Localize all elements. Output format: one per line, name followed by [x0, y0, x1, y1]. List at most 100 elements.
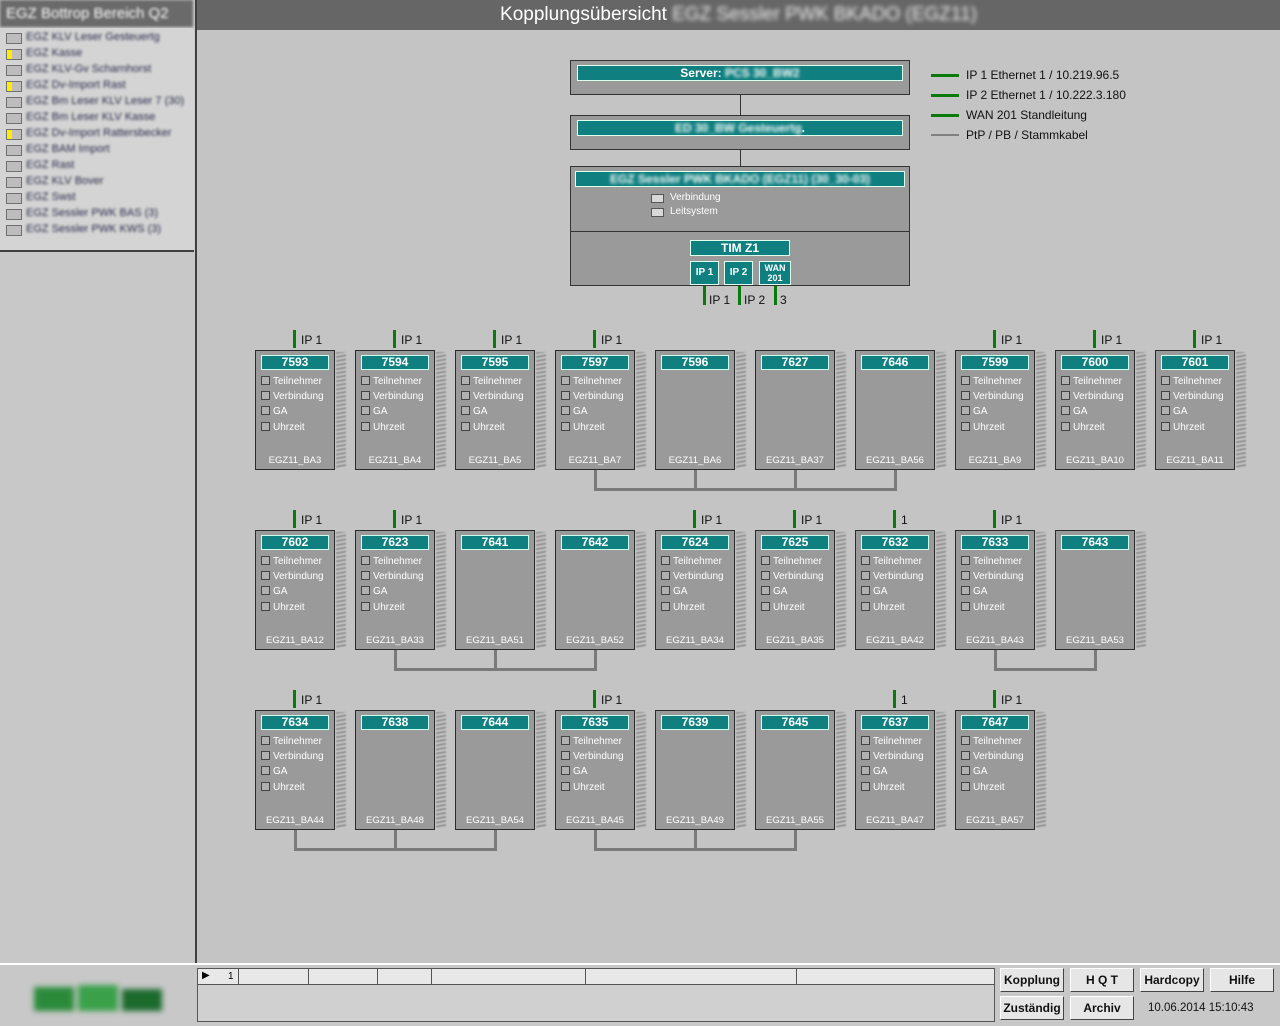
status-row-verbindung: Verbindung	[261, 751, 324, 762]
sidebar-item[interactable]: EGZ Bm Leser KLV Kasse	[4, 111, 192, 126]
sidebar-item[interactable]: EGZ BAM Import	[4, 143, 192, 158]
ip-link-line	[293, 330, 296, 348]
station-card[interactable]: 7646 EGZ11_BA56	[855, 350, 935, 470]
status-label: Teilnehmer	[273, 556, 322, 567]
station-card[interactable]: 7627 EGZ11_BA37	[755, 350, 835, 470]
hilfe-button[interactable]: Hilfe	[1210, 968, 1274, 992]
archiv-button[interactable]: Archiv	[1070, 996, 1134, 1020]
station-name: EGZ11_BA34	[666, 635, 724, 646]
station-card[interactable]: 7633 Teilnehmer Verbindung GA Uhrzeit EGZ11_B…	[955, 530, 1035, 650]
ip-link-label: IP 1	[501, 333, 523, 347]
sidebar-item[interactable]: EGZ Swst	[4, 191, 192, 206]
status-indicator	[261, 376, 270, 385]
station-card[interactable]: 7632 Teilnehmer Verbindung GA Uhrzeit EGZ11_B…	[855, 530, 935, 650]
sidebar-item[interactable]: EGZ Sessler PWK KWS (3)	[4, 223, 192, 238]
zustaendig-button[interactable]: Zuständig	[1000, 996, 1064, 1020]
ip-link-line	[893, 510, 896, 528]
station-card[interactable]: 7625 Teilnehmer Verbindung GA Uhrzeit EGZ11_B…	[755, 530, 835, 650]
station-card[interactable]: 7595 Teilnehmer Verbindung GA Uhrzeit EGZ11_B…	[455, 350, 535, 470]
station-card[interactable]: 7642 EGZ11_BA52	[555, 530, 635, 650]
station-box[interactable]: EGZ Sessler PWK BKADO (EGZ11) (30_30-03)…	[570, 166, 910, 286]
card-shadow	[736, 532, 746, 648]
station-card[interactable]: 7641 EGZ11_BA51	[455, 530, 535, 650]
status-indicator	[461, 376, 470, 385]
status-label: Uhrzeit	[273, 782, 305, 793]
message-grid[interactable]: ▶ 1	[197, 968, 995, 1022]
station-card[interactable]: 7597 Teilnehmer Verbindung GA Uhrzeit EGZ11_B…	[555, 350, 635, 470]
station-number: 7627	[761, 355, 829, 370]
port-ip1[interactable]: IP 1	[690, 261, 719, 285]
station-card[interactable]: 7634 Teilnehmer Verbindung GA Uhrzeit EGZ11_B…	[255, 710, 335, 830]
sidebar-item[interactable]: EGZ KLV Leser Gesteuertg	[4, 31, 192, 46]
status-indicator	[261, 736, 270, 745]
legend-label: IP 2 Ethernet 1 / 10.222.3.180	[966, 88, 1126, 102]
status-label: GA	[1073, 406, 1088, 417]
sidebar-item[interactable]: EGZ Rast	[4, 159, 192, 174]
sidebar-item[interactable]: EGZ KLV Bover	[4, 175, 192, 190]
status-row-teilnehmer: Teilnehmer	[961, 376, 1022, 387]
status-label: Uhrzeit	[773, 602, 805, 613]
status-label: Uhrzeit	[973, 602, 1005, 613]
gateway-box[interactable]: ED 30_BW Gesteuertg.	[570, 115, 910, 150]
server-box[interactable]: Server: PCS 30_BW2	[570, 60, 910, 95]
station-card[interactable]: 7637 Teilnehmer Verbindung GA Uhrzeit EGZ11_B…	[855, 710, 935, 830]
station-card[interactable]: 7645 EGZ11_BA55	[755, 710, 835, 830]
station-card[interactable]: 7644 EGZ11_BA54	[455, 710, 535, 830]
status-row-uhrzeit: Uhrzeit	[661, 602, 705, 613]
sidebar-item[interactable]: EGZ KLV-Gv Scharnhorst	[4, 63, 192, 78]
station-card[interactable]: 7600 Teilnehmer Verbindung GA Uhrzeit EGZ11_B…	[1055, 350, 1135, 470]
sidebar-item[interactable]: EGZ Dv-Import Rast	[4, 79, 192, 94]
sidebar-item[interactable]: EGZ Sessler PWK BAS (3)	[4, 207, 192, 222]
sidebar-item-status-icon	[6, 97, 22, 108]
station-card[interactable]: 7601 Teilnehmer Verbindung GA Uhrzeit EGZ11_B…	[1155, 350, 1235, 470]
status-label: GA	[373, 586, 388, 597]
station-card[interactable]: 7647 Teilnehmer Verbindung GA Uhrzeit EGZ11_B…	[955, 710, 1035, 830]
status-label: Verbindung	[273, 391, 324, 402]
kopplung-button[interactable]: Kopplung	[1000, 968, 1064, 992]
station-card[interactable]: 7596 EGZ11_BA6	[655, 350, 735, 470]
station-card[interactable]: 7594 Teilnehmer Verbindung GA Uhrzeit EGZ11_B…	[355, 350, 435, 470]
status-row-ga: GA	[361, 406, 387, 417]
station-card[interactable]: 7602 Teilnehmer Verbindung GA Uhrzeit EGZ11_B…	[255, 530, 335, 650]
station-card[interactable]: 7639 EGZ11_BA49	[655, 710, 735, 830]
station-number: 7646	[861, 355, 929, 370]
station-card[interactable]: 7624 Teilnehmer Verbindung GA Uhrzeit EGZ11_B…	[655, 530, 735, 650]
sidebar-item-label: EGZ Sessler PWK BAS (3)	[26, 207, 159, 219]
ip-link-label: 1	[901, 513, 908, 527]
status-indicator	[861, 736, 870, 745]
station-card[interactable]: 7599 Teilnehmer Verbindung GA Uhrzeit EGZ11_B…	[955, 350, 1035, 470]
status-label: Teilnehmer	[273, 736, 322, 747]
status-indicator	[561, 422, 570, 431]
sidebar-item[interactable]: EGZ Bm Leser KLV Leser 7 (30)	[4, 95, 192, 110]
verbindung-checkbox	[651, 194, 664, 203]
station-name: EGZ11_BA10	[1066, 455, 1124, 466]
sidebar-item[interactable]: EGZ Dv-Import Rattersbecker	[4, 127, 192, 142]
station-card[interactable]: 7643 EGZ11_BA53	[1055, 530, 1135, 650]
status-row-teilnehmer: Teilnehmer	[361, 376, 422, 387]
status-label: GA	[973, 406, 988, 417]
status-row-uhrzeit: Uhrzeit	[261, 782, 305, 793]
status-row-uhrzeit: Uhrzeit	[1061, 422, 1105, 433]
status-indicator	[361, 571, 370, 580]
station-card[interactable]: 7593 Teilnehmer Verbindung GA Uhrzeit EGZ11_B…	[255, 350, 335, 470]
leitsystem-label: Leitsystem	[670, 206, 718, 217]
hqt-button[interactable]: H Q T	[1070, 968, 1134, 992]
status-indicator	[261, 586, 270, 595]
legend-swatch	[931, 134, 959, 136]
station-card[interactable]: 7635 Teilnehmer Verbindung GA Uhrzeit EGZ11_B…	[555, 710, 635, 830]
hardcopy-button[interactable]: Hardcopy	[1140, 968, 1204, 992]
station-card[interactable]: 7638 EGZ11_BA48	[355, 710, 435, 830]
port-wan[interactable]: WAN 201	[759, 261, 791, 285]
status-label: Teilnehmer	[1173, 376, 1222, 387]
status-label: Verbindung	[373, 391, 424, 402]
sidebar-item-status-icon	[6, 145, 22, 156]
station-card[interactable]: 7623 Teilnehmer Verbindung GA Uhrzeit EGZ11_B…	[355, 530, 435, 650]
station-number: 7632	[861, 535, 929, 550]
port-ip2[interactable]: IP 2	[724, 261, 753, 285]
sidebar-item[interactable]: EGZ Kasse	[4, 47, 192, 62]
grid-col-sep	[377, 969, 378, 984]
station-number: 7624	[661, 535, 729, 550]
station-name: EGZ11_BA45	[566, 815, 624, 826]
status-indicator	[961, 766, 970, 775]
station-number: 7595	[461, 355, 529, 370]
